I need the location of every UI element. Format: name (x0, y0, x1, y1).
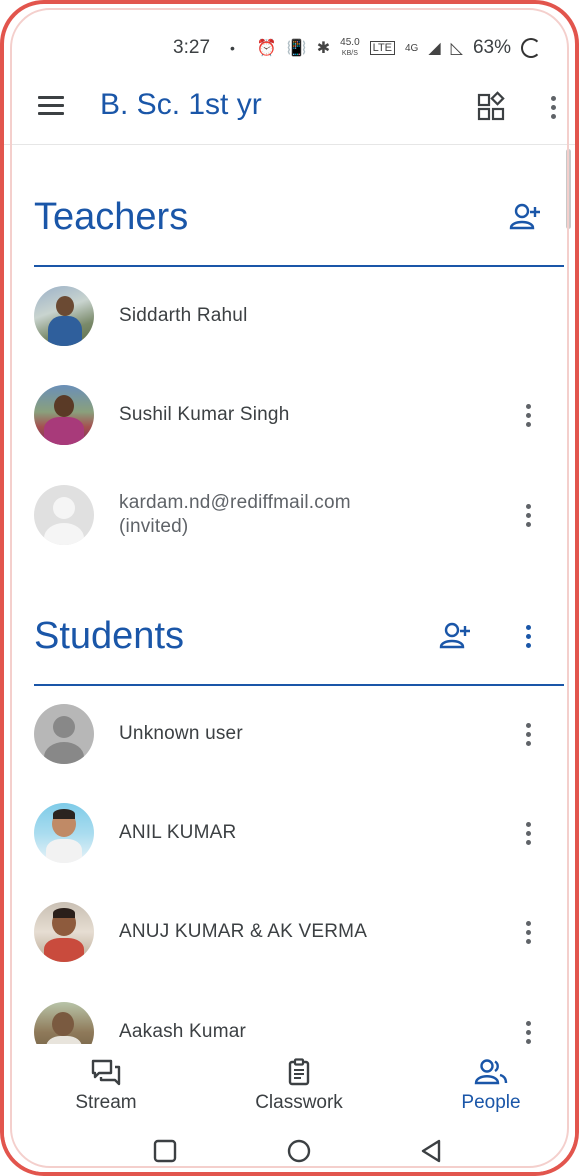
row-overflow-icon[interactable] (516, 818, 540, 848)
avatar (34, 385, 94, 445)
app-bar-divider (4, 144, 575, 145)
invite-student-icon[interactable] (439, 621, 473, 651)
invited-label: (invited) (119, 516, 189, 537)
battery-percent: 63% (472, 37, 511, 58)
app-bar: B. Sc. 1st yr (4, 76, 575, 138)
teachers-divider (34, 265, 564, 267)
student-name: ANIL KUMAR (119, 822, 237, 843)
people-icon (474, 1059, 508, 1085)
teacher-name: Sushil Kumar Singh (119, 404, 290, 425)
class-tools-icon[interactable] (474, 90, 508, 124)
overflow-menu-icon[interactable] (541, 92, 565, 122)
avatar (34, 286, 94, 346)
network-speed-value: 45.0 (340, 36, 360, 48)
avatar (34, 803, 94, 863)
menu-icon[interactable] (38, 96, 66, 116)
students-overflow-icon[interactable] (516, 621, 540, 651)
back-icon[interactable] (418, 1138, 444, 1164)
teacher-email-text: kardam.nd@rediffmail.com (119, 492, 351, 513)
network-speed: 45.0 KB/S (340, 36, 360, 59)
stream-icon (91, 1059, 121, 1086)
status-bar: 3:27 • ⏰ 📳 ✱ 45.0 KB/S LTE 4G ◢ ◺ 63% (4, 30, 575, 66)
system-navigation (4, 1126, 575, 1172)
tab-classwork[interactable]: Classwork (224, 1058, 374, 1114)
home-icon[interactable] (286, 1138, 312, 1164)
student-row[interactable]: ANUJ KUMAR & AK VERMA (34, 900, 554, 964)
row-overflow-icon[interactable] (516, 400, 540, 430)
battery-icon (521, 38, 541, 58)
tab-stream[interactable]: Stream (31, 1058, 181, 1114)
tab-classwork-label: Classwork (255, 1092, 343, 1113)
row-overflow-icon[interactable] (516, 1017, 540, 1047)
status-time: 3:27 (173, 37, 211, 58)
tab-people[interactable]: People (416, 1058, 566, 1114)
alarm-icon: ⏰ (256, 40, 277, 57)
volte-icon: LTE (369, 41, 395, 55)
student-name: ANUJ KUMAR & AK VERMA (119, 921, 368, 942)
network-speed-unit: KB/S (341, 49, 358, 57)
bluetooth-icon: ✱ (316, 40, 331, 57)
scrollbar[interactable] (566, 149, 571, 229)
students-title: Students (34, 615, 184, 657)
students-divider (34, 684, 564, 686)
recents-icon[interactable] (152, 1138, 178, 1164)
row-overflow-icon[interactable] (516, 719, 540, 749)
class-title: B. Sc. 1st yr (100, 88, 262, 121)
classwork-icon (288, 1058, 310, 1086)
teacher-row[interactable]: Sushil Kumar Singh (34, 383, 554, 447)
teacher-email: kardam.nd@rediffmail.com (invited) (119, 491, 351, 539)
student-row[interactable]: Unknown user (34, 702, 554, 766)
row-overflow-icon[interactable] (516, 917, 540, 947)
teachers-title: Teachers (34, 196, 189, 238)
tab-stream-label: Stream (75, 1092, 137, 1113)
student-name: Aakash Kumar (119, 1021, 247, 1042)
teacher-name: Siddarth Rahul (119, 305, 248, 326)
bottom-navigation: Stream Classwork People (4, 1044, 575, 1126)
row-overflow-icon[interactable] (516, 500, 540, 530)
default-avatar-icon (34, 485, 94, 545)
avatar (34, 902, 94, 962)
status-separator: • (230, 40, 235, 56)
phone-frame: 3:27 • ⏰ 📳 ✱ 45.0 KB/S LTE 4G ◢ ◺ 63% B.… (0, 0, 579, 1176)
student-row[interactable]: ANIL KUMAR (34, 801, 554, 865)
teacher-row[interactable]: Siddarth Rahul (34, 284, 554, 348)
signal-empty-icon: ◺ (450, 40, 463, 57)
network-type: 4G (405, 42, 419, 54)
invite-teacher-icon[interactable] (509, 202, 543, 232)
teacher-row[interactable]: kardam.nd@rediffmail.com (invited) (34, 483, 554, 547)
tab-people-label: People (461, 1092, 521, 1113)
signal-icon: ◢ (428, 40, 441, 57)
vibrate-icon: 📳 (286, 40, 307, 57)
student-name: Unknown user (119, 723, 243, 744)
default-avatar-icon (34, 704, 94, 764)
